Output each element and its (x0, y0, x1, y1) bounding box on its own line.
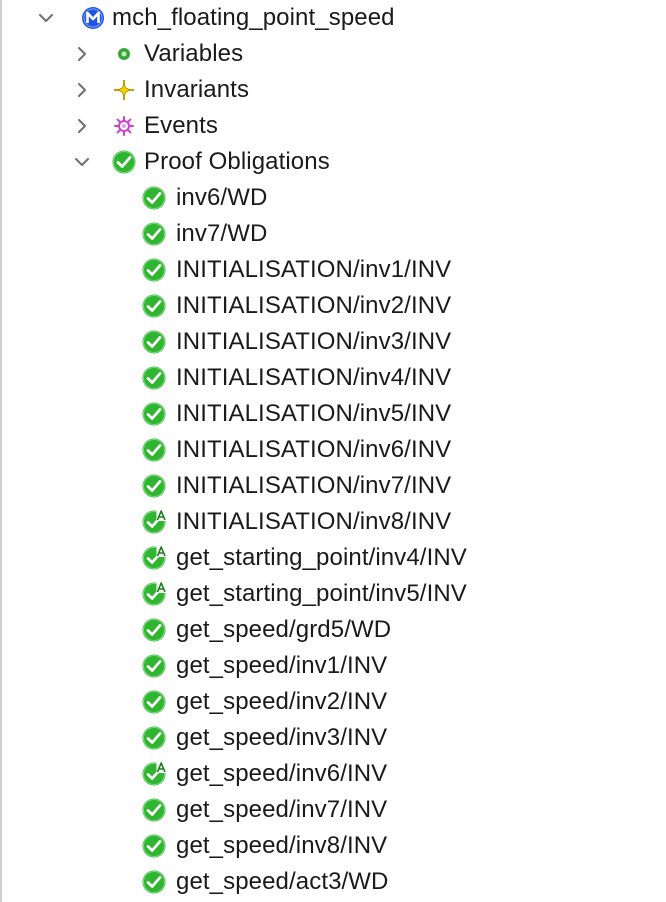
check-circle-icon (142, 798, 166, 822)
proof-obligation-label: get_starting_point/inv4/INV (176, 544, 467, 571)
tree-item-label: mch_floating_point_speed (112, 4, 395, 31)
tree-item-label: Events (144, 112, 218, 139)
proof-obligation-label: INITIALISATION/inv3/INV (176, 328, 452, 355)
chevron-down-icon[interactable] (37, 9, 55, 27)
proof-obligation-label: get_speed/inv7/INV (176, 796, 388, 823)
check-circle-icon (142, 222, 166, 246)
proof-obligation-label: get_starting_point/inv5/INV (176, 580, 467, 607)
proof-obligation-item[interactable]: get_speed/inv7/INV (0, 792, 666, 828)
proof-obligation-item[interactable]: inv7/WD (0, 216, 666, 252)
proof-obligation-label: get_speed/grd5/WD (176, 616, 392, 643)
check-circle-icon (142, 474, 166, 498)
check-circle-icon (142, 726, 166, 750)
proof-obligation-label: inv6/WD (176, 184, 268, 211)
proof-obligation-label: get_speed/inv8/INV (176, 832, 388, 859)
check-circle-icon (142, 654, 166, 678)
proof-obligation-item[interactable]: get_speed/inv6/INV (0, 756, 666, 792)
check-circle-icon (142, 366, 166, 390)
check-circle-icon (142, 834, 166, 858)
proof-obligation-label: get_speed/inv2/INV (176, 688, 388, 715)
check-circle-auto-icon (142, 510, 166, 534)
tree-item-label: Proof Obligations (144, 148, 330, 175)
machine-m-icon (82, 7, 104, 29)
chevron-right-icon[interactable] (73, 117, 91, 135)
proof-obligation-item[interactable]: get_speed/inv2/INV (0, 684, 666, 720)
tree-item-label: Invariants (144, 76, 250, 103)
tree-item-invariants[interactable]: Invariants (0, 72, 666, 108)
proof-obligation-item[interactable]: get_speed/inv1/INV (0, 648, 666, 684)
proof-obligation-label: get_speed/inv1/INV (176, 652, 388, 679)
tree-item-events[interactable]: Events (0, 108, 666, 144)
check-circle-icon (142, 402, 166, 426)
proof-obligation-item[interactable]: get_speed/inv8/INV (0, 828, 666, 864)
proof-obligation-item[interactable]: INITIALISATION/inv6/INV (0, 432, 666, 468)
check-circle-icon (142, 870, 166, 894)
check-circle-icon (142, 618, 166, 642)
proof-obligation-label: INITIALISATION/inv1/INV (176, 256, 452, 283)
proof-obligation-item[interactable]: get_speed/inv3/INV (0, 720, 666, 756)
check-circle-icon (112, 150, 136, 174)
variable-dot-icon (118, 48, 130, 60)
proof-obligation-item[interactable]: INITIALISATION/inv5/INV (0, 396, 666, 432)
proof-obligation-label: get_speed/inv3/INV (176, 724, 388, 751)
proof-obligation-item[interactable]: inv6/WD (0, 180, 666, 216)
proof-obligation-label: INITIALISATION/inv7/INV (176, 472, 452, 499)
check-circle-icon (142, 258, 166, 282)
check-circle-auto-icon (142, 546, 166, 570)
check-circle-icon (142, 690, 166, 714)
proof-obligation-label: INITIALISATION/inv8/INV (176, 508, 452, 535)
proof-obligation-item[interactable]: INITIALISATION/inv2/INV (0, 288, 666, 324)
proof-obligation-label: INITIALISATION/inv2/INV (176, 292, 452, 319)
invariant-star-icon (114, 80, 134, 100)
proof-obligation-item[interactable]: INITIALISATION/inv3/INV (0, 324, 666, 360)
proof-obligation-label: INITIALISATION/inv6/INV (176, 436, 452, 463)
proof-obligation-list: inv6/WD inv7/WD INITIALISATION/inv1/INV INI… (0, 180, 666, 900)
proof-obligation-item[interactable]: get_starting_point/inv5/INV (0, 576, 666, 612)
tree-item-variables[interactable]: Variables (0, 36, 666, 72)
proof-obligation-label: get_speed/inv6/INV (176, 760, 388, 787)
check-circle-auto-icon (142, 762, 166, 786)
check-circle-icon (142, 330, 166, 354)
check-circle-icon (142, 186, 166, 210)
tree-item-proof-obligations[interactable]: Proof Obligations (0, 144, 666, 180)
chevron-down-icon[interactable] (73, 153, 91, 171)
proof-obligation-label: inv7/WD (176, 220, 268, 247)
proof-obligation-label: INITIALISATION/inv5/INV (176, 400, 452, 427)
check-circle-icon (142, 438, 166, 462)
proof-obligation-item[interactable]: get_starting_point/inv4/INV (0, 540, 666, 576)
proof-obligation-item[interactable]: get_speed/grd5/WD (0, 612, 666, 648)
chevron-right-icon[interactable] (73, 45, 91, 63)
tree-item-machine[interactable]: mch_floating_point_speed (0, 0, 666, 36)
chevron-right-icon[interactable] (73, 81, 91, 99)
proof-obligation-label: get_speed/act3/WD (176, 868, 389, 895)
proof-obligation-label: INITIALISATION/inv4/INV (176, 364, 452, 391)
proof-obligation-item[interactable]: INITIALISATION/inv4/INV (0, 360, 666, 396)
tree-item-label: Variables (144, 40, 244, 67)
event-gear-icon (114, 116, 134, 136)
proof-obligation-item[interactable]: INITIALISATION/inv8/INV (0, 504, 666, 540)
project-explorer-tree: mch_floating_point_speed Variables Invar… (0, 0, 666, 900)
check-circle-icon (142, 294, 166, 318)
proof-obligation-item[interactable]: INITIALISATION/inv1/INV (0, 252, 666, 288)
check-circle-auto-icon (142, 582, 166, 606)
proof-obligation-item[interactable]: get_speed/act3/WD (0, 864, 666, 900)
proof-obligation-item[interactable]: INITIALISATION/inv7/INV (0, 468, 666, 504)
